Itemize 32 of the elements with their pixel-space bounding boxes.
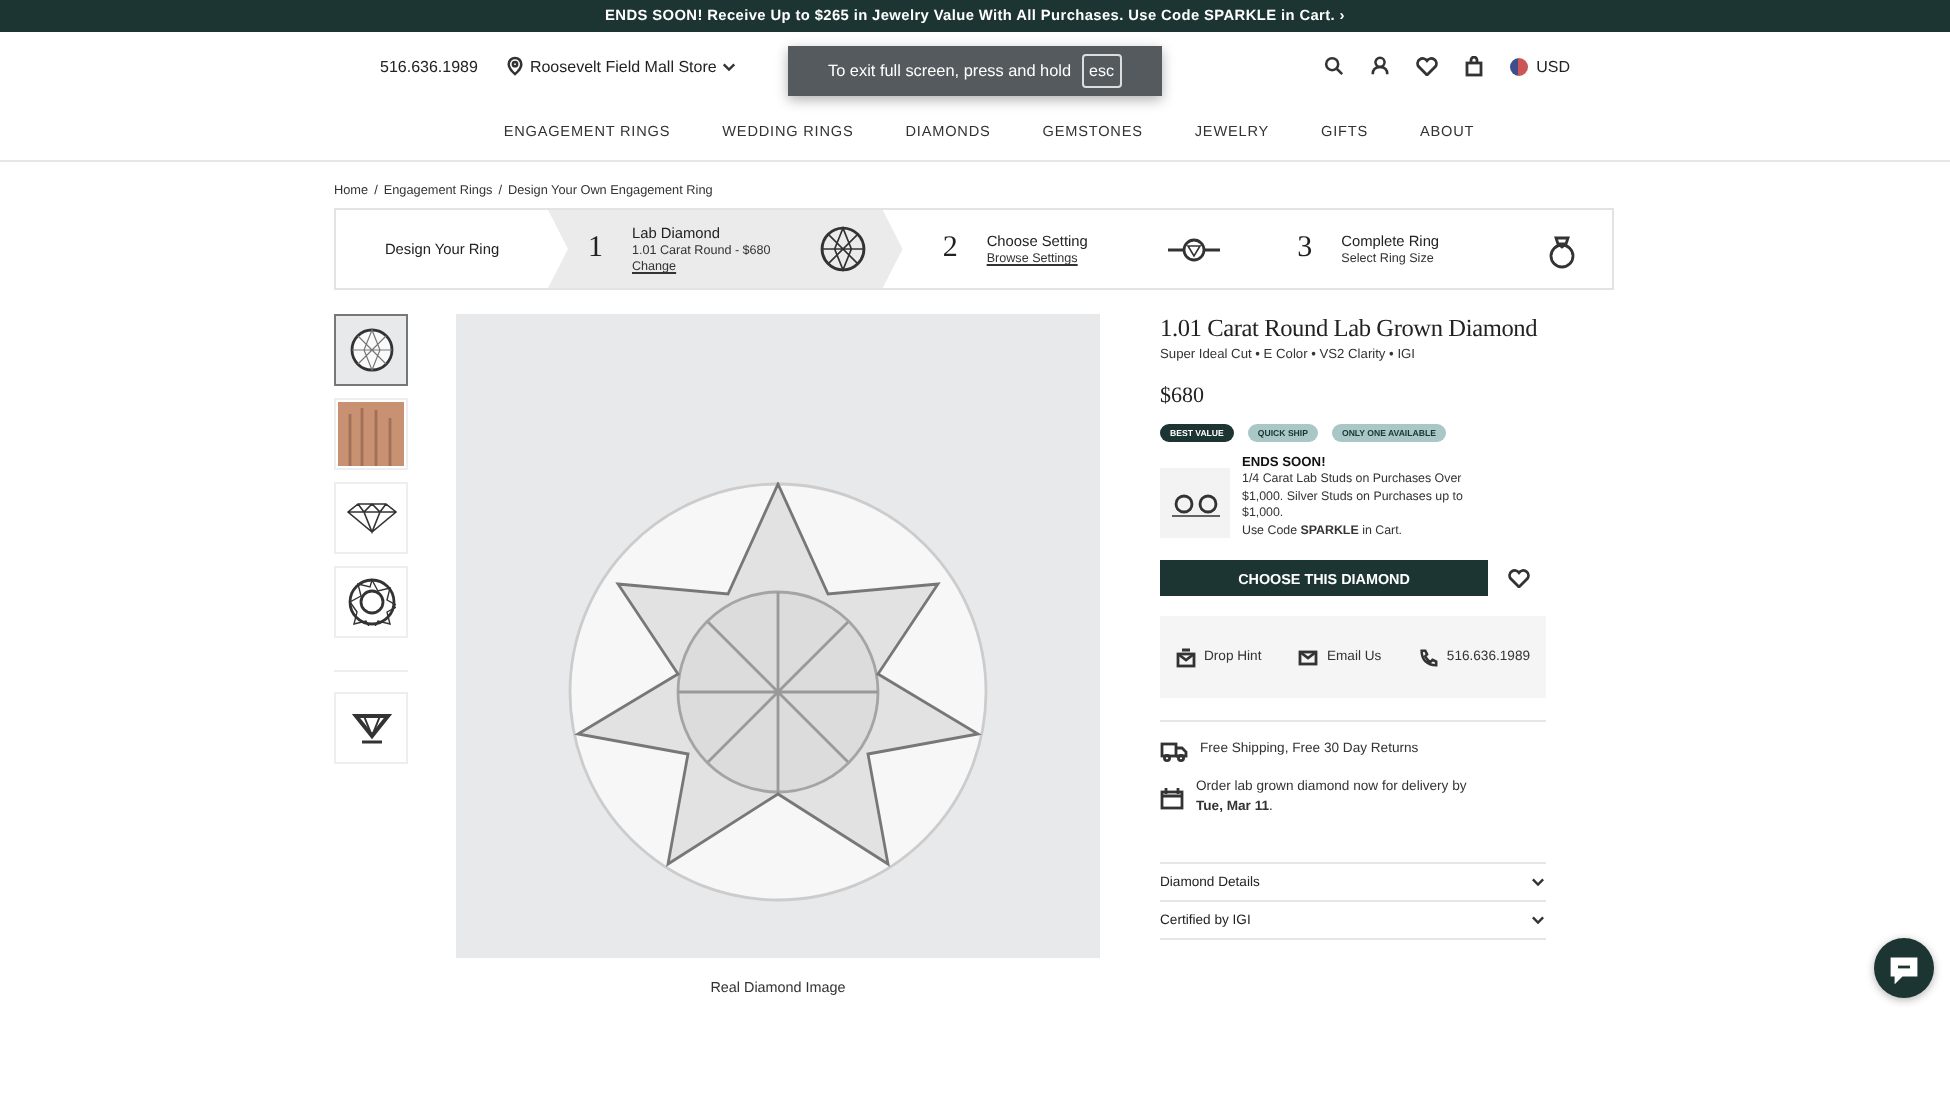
chevron-down-icon (722, 61, 737, 71)
diamond-top-icon (347, 578, 395, 626)
product-title: 1.01 Carat Round Lab Grown Diamond (1160, 314, 1540, 344)
diamond-photo-icon (349, 328, 393, 372)
thumbnail[interactable] (334, 314, 408, 386)
chat-bubble-icon (1888, 953, 1920, 983)
delivery-truck-icon (1160, 738, 1188, 763)
chevron-down-icon (1530, 876, 1546, 889)
store-selector[interactable]: Roosevelt Field Mall Store (505, 56, 737, 76)
phone-number[interactable]: 516.636.1989 (380, 57, 478, 75)
heart-icon[interactable] (1508, 568, 1530, 589)
search-icon[interactable] (1324, 56, 1345, 76)
chevron-down-icon (1530, 914, 1546, 927)
chat-button[interactable] (1874, 938, 1934, 998)
esc-key: esc (1081, 54, 1122, 88)
price: $680 (1160, 384, 1206, 408)
notice-text: To exit full screen, press and hold (828, 62, 1072, 80)
shopping-bag-icon[interactable] (1464, 55, 1485, 77)
step-number: 1 (588, 232, 605, 266)
ring-setting-icon (1165, 233, 1222, 265)
step-number: 3 (1297, 232, 1315, 266)
step-number: 2 (942, 232, 960, 266)
diamond-side-icon (343, 501, 399, 535)
heart-icon[interactable] (1416, 56, 1439, 76)
phone-icon (1418, 647, 1439, 668)
user-icon[interactable] (1370, 56, 1391, 76)
envelope-icon (1298, 647, 1319, 668)
calendar-icon (1160, 786, 1184, 811)
location-pin-icon (505, 56, 524, 76)
diamond-icon (820, 226, 867, 272)
currency-selector[interactable]: USD (1510, 57, 1570, 75)
gift-envelope-icon (1176, 647, 1196, 668)
